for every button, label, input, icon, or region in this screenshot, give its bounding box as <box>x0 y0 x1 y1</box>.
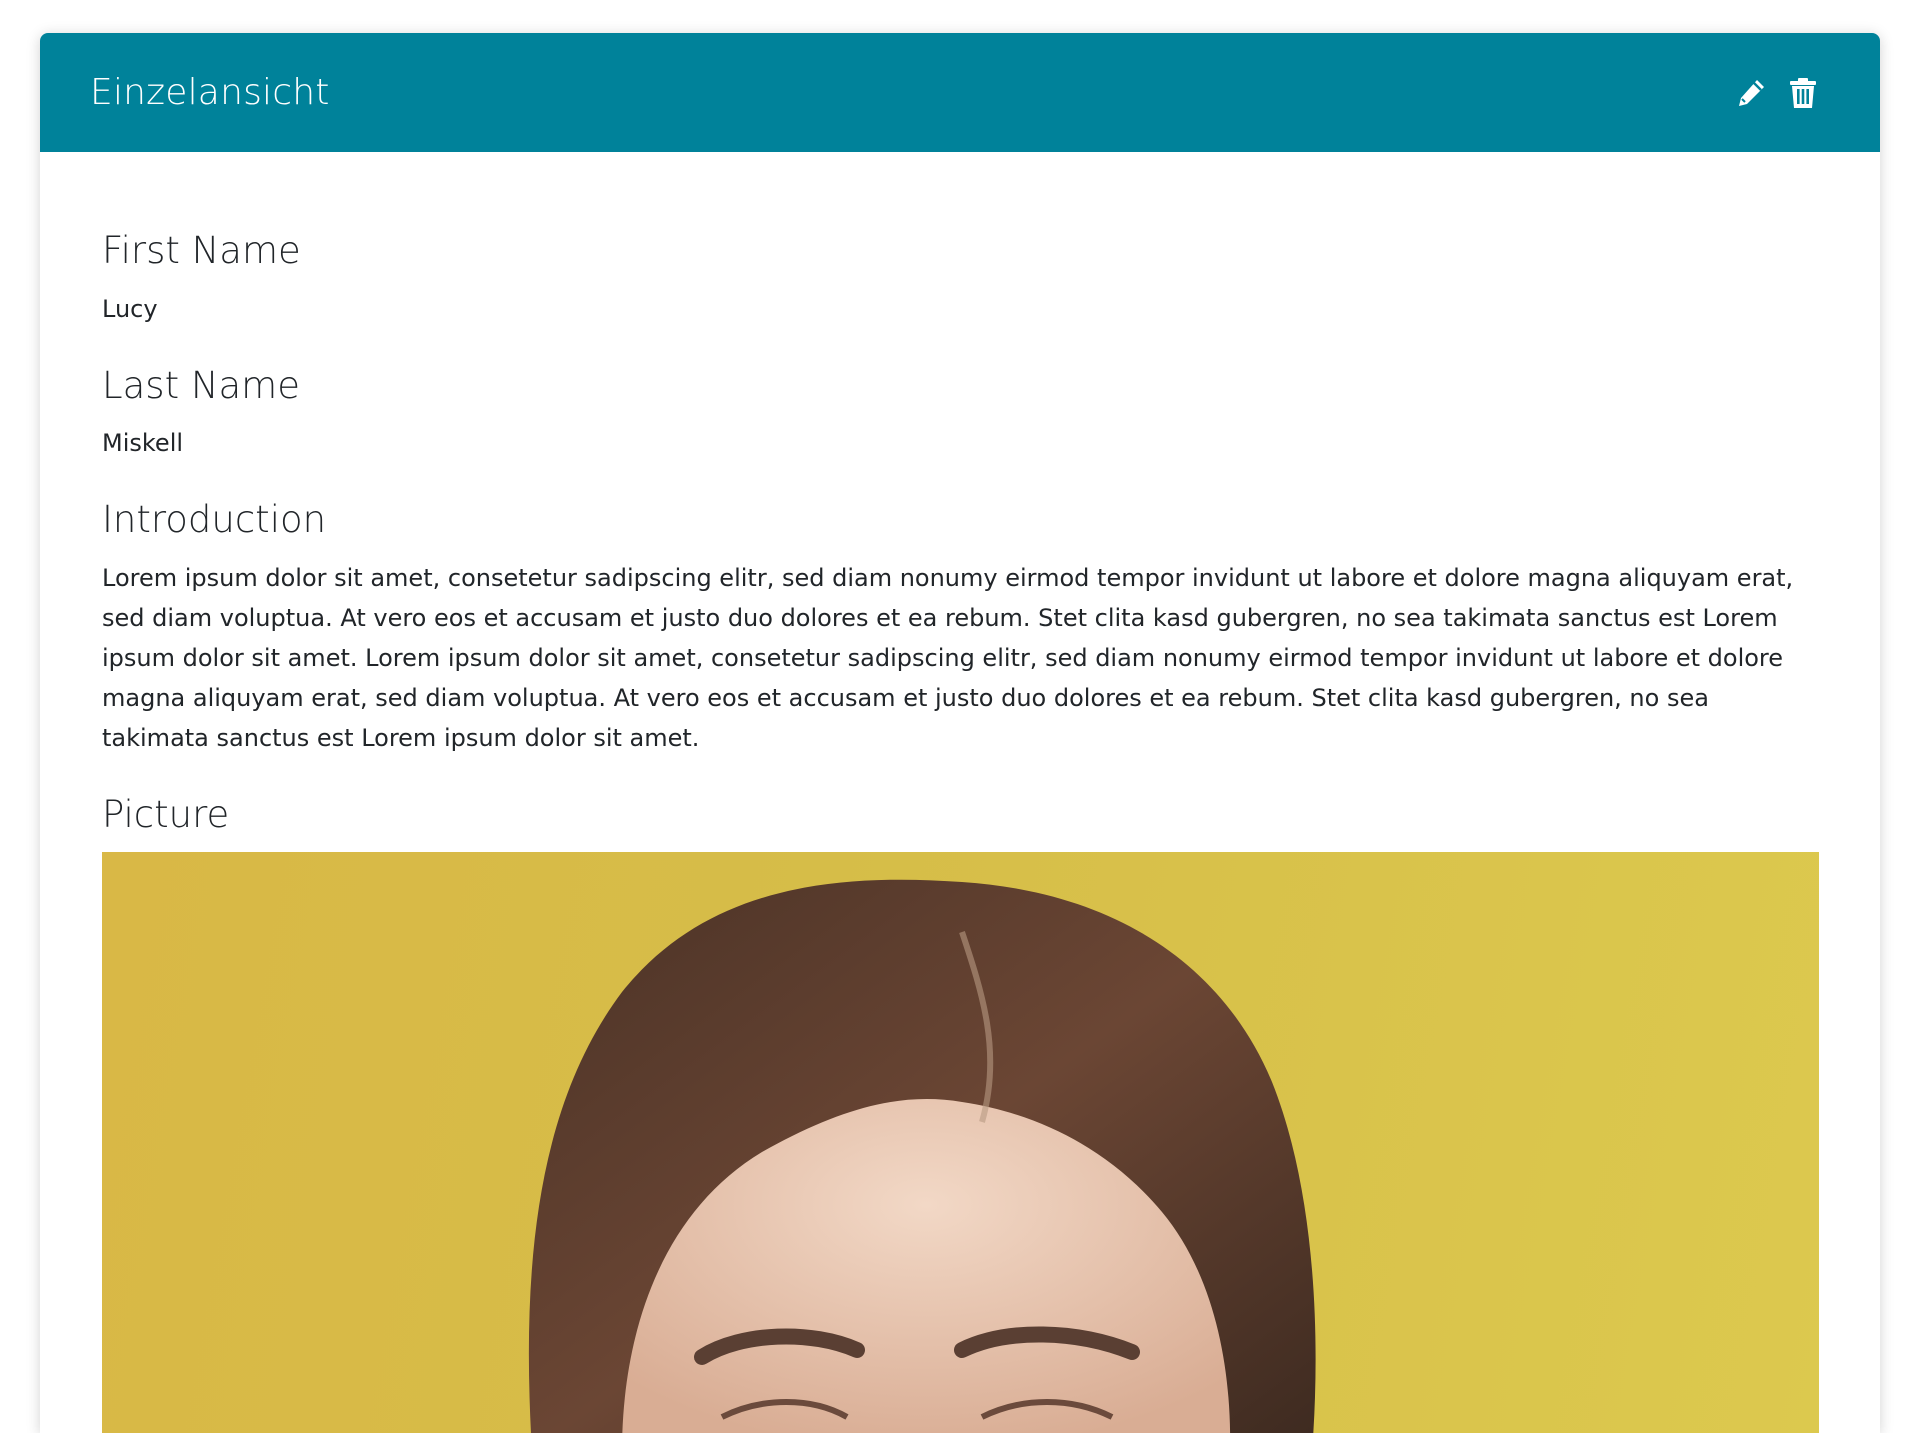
page-title: Einzelansicht <box>90 72 330 113</box>
card-body: First Name Lucy Last Name Miskell Introd… <box>40 152 1880 1433</box>
delete-button[interactable] <box>1786 76 1820 110</box>
card-header: Einzelansicht <box>40 33 1880 152</box>
picture-label: Picture <box>102 792 230 836</box>
trash-icon <box>1790 77 1816 108</box>
portrait-image <box>528 879 1316 1433</box>
first-name-label: First Name <box>102 229 301 272</box>
pencil-icon <box>1739 79 1764 106</box>
introduction-label: Introduction <box>102 498 327 542</box>
edit-button[interactable] <box>1734 76 1768 110</box>
introduction-text: Lorem ipsum dolor sit amet, consetetur s… <box>102 563 1794 752</box>
header-actions <box>1734 76 1820 110</box>
profile-picture <box>102 852 1819 1433</box>
detail-card: Einzelansicht First Name Lucy Last Name … <box>40 33 1880 1433</box>
last-name-value: Miskell <box>102 429 184 458</box>
first-name-value: Lucy <box>102 294 158 323</box>
last-name-label: Last Name <box>102 363 300 407</box>
